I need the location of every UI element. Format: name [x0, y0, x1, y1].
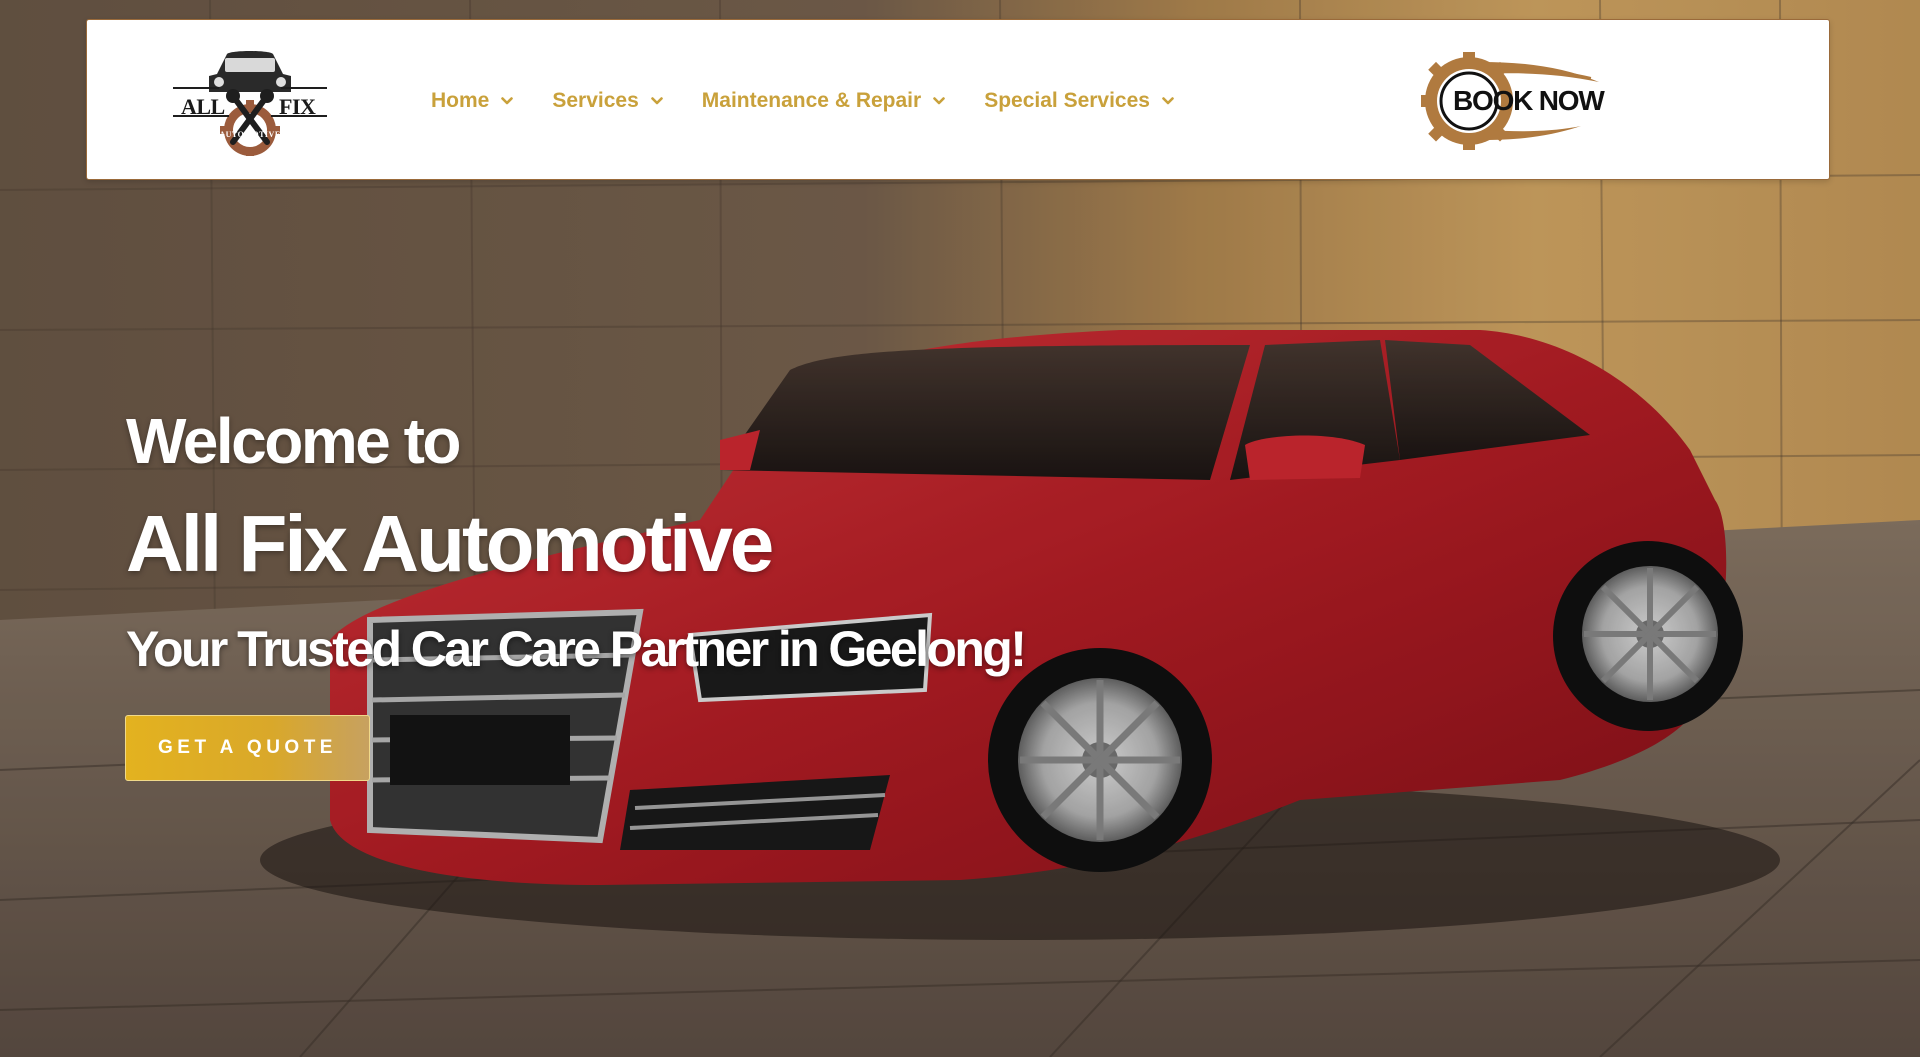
nav-item-label: Special Services	[984, 88, 1150, 112]
main-navigation: Home Services Maintenance & Repair Speci…	[431, 20, 1213, 181]
nav-item-label: Maintenance & Repair	[701, 88, 922, 112]
nav-item-label: Home	[431, 88, 490, 112]
nav-item-special-services[interactable]: Special Services	[984, 89, 1174, 113]
book-now-label: BOOK NOW	[1453, 85, 1605, 116]
hero-tagline: Your Trusted Car Care Partner in Geelong…	[126, 621, 1027, 677]
nav-item-label: Services	[552, 88, 639, 112]
site-logo[interactable]: ALL FIX AUTOMOTIVE	[169, 44, 331, 156]
nav-item-maintenance-repair[interactable]: Maintenance & Repair	[702, 89, 945, 113]
logo-word-right: FIX	[279, 94, 316, 119]
hero-welcome-text: Welcome to	[126, 405, 462, 477]
hero-title: All Fix Automotive	[126, 499, 774, 588]
logo-word-left: ALL	[181, 94, 225, 119]
nav-item-home[interactable]: Home	[431, 88, 514, 113]
logo-subtitle: AUTOMOTIVE	[219, 130, 281, 139]
chevron-down-icon	[501, 96, 514, 104]
book-now-button[interactable]: BOOK NOW	[1421, 52, 1605, 150]
get-a-quote-button[interactable]: GET A QUOTE	[125, 715, 370, 781]
chevron-down-icon	[650, 96, 663, 104]
nav-item-services[interactable]: Services	[552, 88, 663, 113]
chevron-down-icon	[933, 96, 945, 104]
chevron-down-icon	[1162, 96, 1174, 104]
hero-section: ALL FIX AUTOMOTIVE Home Services Mainten…	[0, 0, 1920, 1057]
get-a-quote-label: GET A QUOTE	[158, 737, 337, 758]
site-header: ALL FIX AUTOMOTIVE Home Services Mainten…	[86, 19, 1830, 180]
